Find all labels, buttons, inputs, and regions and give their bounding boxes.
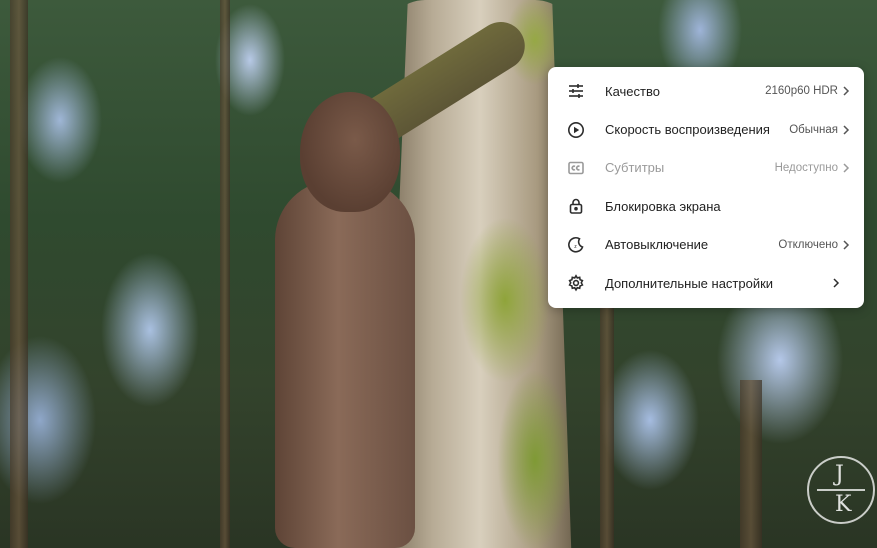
menu-item-value: Отключено <box>778 238 838 251</box>
menu-item-playback-speed[interactable]: Скорость воспроизведения Обычная <box>548 110 864 148</box>
menu-item-label: Автовыключение <box>605 237 709 253</box>
svg-text:z: z <box>574 244 577 250</box>
background-tree <box>600 300 614 548</box>
menu-item-label: Качество <box>605 83 660 99</box>
logo-letter: J <box>835 462 844 487</box>
background-tree <box>740 380 762 548</box>
menu-item-subtitles[interactable]: Субтитры Недоступно <box>548 149 864 187</box>
menu-item-quality[interactable]: Качество 2160p60 HDR <box>548 72 864 110</box>
playback-speed-icon <box>566 120 586 140</box>
chevron-right-icon <box>842 86 852 96</box>
closed-captions-icon <box>566 158 586 178</box>
menu-item-label: Дополнительные настройки <box>605 275 774 291</box>
logo-divider <box>817 489 865 491</box>
background-tree <box>10 0 28 548</box>
chevron-right-icon <box>842 125 852 135</box>
background-tree <box>220 0 230 548</box>
logo-letter: K <box>835 492 852 517</box>
sloth-body <box>275 180 415 548</box>
menu-item-label: Скорость воспроизведения <box>605 122 770 138</box>
watermark-logo: J K <box>807 456 875 524</box>
sliders-icon <box>566 81 586 101</box>
menu-item-value: Обычная <box>789 123 838 136</box>
menu-item-sleep-timer[interactable]: z Автовыключение Отключено <box>548 226 864 264</box>
menu-item-more-settings[interactable]: Дополнительные настройки <box>548 264 864 302</box>
lock-icon <box>566 196 586 216</box>
sloth-head <box>300 92 400 212</box>
menu-item-label: Блокировка экрана <box>605 198 721 214</box>
chevron-right-icon <box>832 278 842 288</box>
chevron-right-icon <box>842 240 852 250</box>
sleep-timer-icon: z <box>566 235 586 255</box>
menu-item-value: Недоступно <box>774 161 838 174</box>
menu-item-screen-lock[interactable]: Блокировка экрана <box>548 187 864 225</box>
menu-item-label: Субтитры <box>605 160 665 176</box>
player-settings-menu: Качество 2160p60 HDR Скорость воспроизве… <box>548 67 864 308</box>
menu-item-value: 2160p60 HDR <box>765 85 838 98</box>
gear-icon <box>566 273 586 293</box>
chevron-right-icon <box>842 163 852 173</box>
